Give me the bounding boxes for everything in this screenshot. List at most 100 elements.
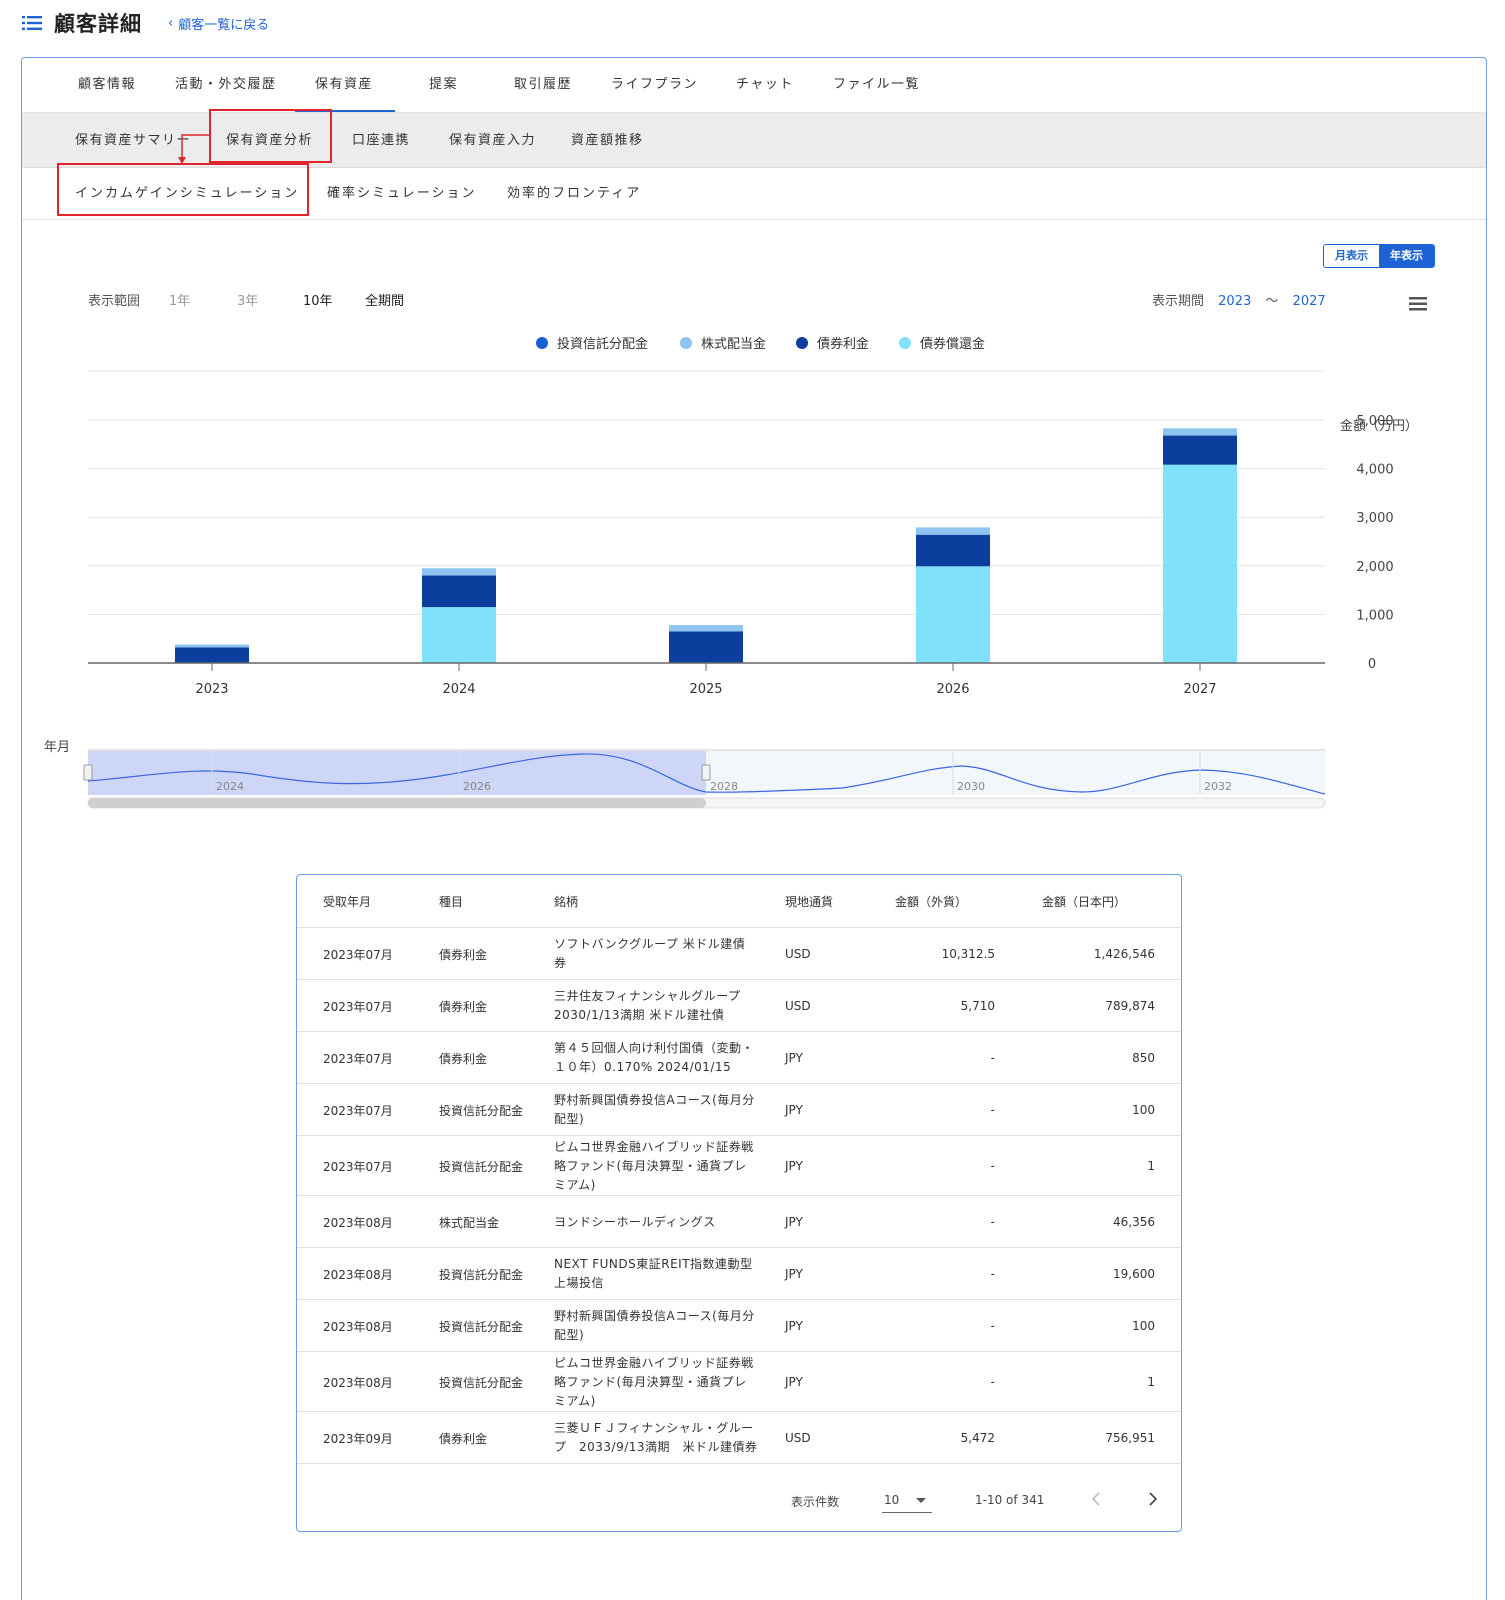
- chart-grid: [88, 370, 1325, 615]
- range-1y[interactable]: 1年: [169, 290, 190, 309]
- cell-type: 投資信託分配金: [439, 1267, 524, 1282]
- rows-per-page-label: 表示件数: [791, 1495, 840, 1509]
- tab-customer-info[interactable]: 顧客情報: [78, 58, 136, 112]
- legend-label: 株式配当金: [701, 336, 766, 352]
- tab-account-link[interactable]: 口座連携: [352, 113, 410, 168]
- next-page-icon[interactable]: [1142, 1489, 1162, 1509]
- period-from[interactable]: 2023: [1218, 294, 1251, 309]
- tab-probability-simulation[interactable]: 確率シミュレーション: [327, 168, 476, 220]
- tab-holdings-analysis[interactable]: 保有資産分析: [226, 113, 313, 168]
- rows-per-page-value: 10: [884, 1493, 900, 1507]
- bar-segment[interactable]: [916, 534, 990, 567]
- tab-file-list[interactable]: ファイル一覧: [833, 58, 920, 112]
- tab-chat[interactable]: チャット: [736, 58, 794, 112]
- cell-type: 投資信託分配金: [439, 1375, 524, 1390]
- tab-activity-history[interactable]: 活動・外交履歴: [175, 58, 277, 112]
- cell-date: 2023年07月: [323, 1051, 393, 1066]
- table-row[interactable]: 2023年08月 投資信託分配金 JPY 野村新興国債券投信Aコース(毎月分 配型) - 1…: [297, 1300, 1181, 1352]
- table-row[interactable]: 2023年07月 投資信託分配金 JPY ピムコ世界金融ハイブリッド証券戦 略ファンド(…: [297, 1136, 1181, 1196]
- yearly-view-button[interactable]: 年表示: [1379, 245, 1434, 267]
- navigator-handle-left[interactable]: [83, 764, 93, 781]
- table-row[interactable]: 2023年08月 株式配当金 JPY ヨンドシーホールディングス - 46,356: [297, 1196, 1181, 1248]
- tab-proposal[interactable]: 提案: [429, 58, 458, 112]
- cell-currency: JPY: [785, 1267, 803, 1281]
- navigator-handle-right[interactable]: [701, 764, 711, 781]
- cell-security-name: ピムコ世界金融ハイブリッド証券戦 略ファンド(毎月決算型・通貨プレ ミアム): [554, 1352, 779, 1412]
- chart-menu-icon[interactable]: [1407, 294, 1431, 314]
- cell-fx-amount: 5,710: [960, 999, 995, 1013]
- col-header-name: 銘柄: [554, 895, 579, 909]
- cell-date: 2023年07月: [323, 947, 393, 962]
- tab-trade-history[interactable]: 取引履歴: [514, 58, 572, 112]
- tab-asset-trend[interactable]: 資産額推移: [571, 113, 644, 168]
- range-10y[interactable]: 10年: [303, 290, 333, 309]
- monthly-view-button[interactable]: 月表示: [1324, 245, 1379, 267]
- table-row[interactable]: 2023年07月 債券利金 USD ソフトバンクグループ 米ドル建債券 10,312.5…: [297, 928, 1181, 980]
- bar-segment[interactable]: [1163, 464, 1237, 663]
- table-row[interactable]: 2023年07月 債券利金 JPY 第４５回個人向け利付国債（変動・ １０年）0.170…: [297, 1032, 1181, 1084]
- bar-segment[interactable]: [175, 647, 249, 663]
- cell-type: 債券利金: [439, 999, 488, 1014]
- cell-currency: USD: [785, 1431, 811, 1445]
- table-row[interactable]: 2023年08月 投資信託分配金 JPY ピムコ世界金融ハイブリッド証券戦 略ファンド(…: [297, 1352, 1181, 1412]
- cell-jpy-amount: 850: [1132, 1051, 1155, 1065]
- navigator-label: 2028: [710, 780, 738, 793]
- annotation-arrow: [178, 134, 210, 164]
- tab-life-plan[interactable]: ライフプラン: [611, 58, 698, 112]
- cell-type: 債券利金: [439, 947, 488, 962]
- bar-segment[interactable]: [422, 568, 496, 576]
- y-tick-label: 0: [1368, 657, 1376, 672]
- list-icon[interactable]: [22, 16, 42, 30]
- security-name-line: ミアム): [554, 1393, 596, 1408]
- cell-type: 投資信託分配金: [439, 1159, 524, 1174]
- cell-security-name: NEXT FUNDS東証REIT指数連動型 上場投信: [554, 1248, 779, 1300]
- cell-currency: JPY: [785, 1375, 803, 1389]
- table-row[interactable]: 2023年09月 債券利金 USD 三菱ＵＦＪフィナンシャル・グループ 2033/9/…: [297, 1412, 1181, 1464]
- legend-marker: [796, 337, 808, 349]
- rows-per-page-select[interactable]: 10: [882, 1487, 932, 1513]
- col-header-currency: 現地通貨: [785, 895, 834, 909]
- table-row[interactable]: 2023年08月 投資信託分配金 JPY NEXT FUNDS東証REIT指数連動型上…: [297, 1248, 1181, 1300]
- navigator-label: 2026: [463, 780, 491, 793]
- security-name-line: 野村新興国債券投信Aコース(毎月分: [554, 1093, 755, 1107]
- bar-segment[interactable]: [916, 527, 990, 535]
- cell-security-name: 野村新興国債券投信Aコース(毎月分 配型): [554, 1084, 779, 1136]
- cell-security-name: ソフトバンクグループ 米ドル建債券: [554, 928, 779, 980]
- legend-label: 投資信託分配金: [557, 336, 648, 352]
- tab-holdings[interactable]: 保有資産: [295, 58, 395, 112]
- range-3y[interactable]: 3年: [237, 290, 258, 309]
- cell-jpy-amount: 19,600: [1113, 1267, 1155, 1281]
- x-axis-ticks: 2023 2024 2025 2026 2027: [88, 662, 1325, 697]
- tab-income-gain-simulation[interactable]: インカムゲインシミュレーション: [75, 168, 299, 220]
- table-row[interactable]: 2023年07月 債券利金 USD 三井住友フィナンシャルグループ 2030/1/13満…: [297, 980, 1181, 1032]
- navigator-scrollbar-thumb[interactable]: [88, 798, 706, 808]
- back-to-list-link[interactable]: ‹ 顧客一覧に戻る: [168, 14, 269, 33]
- cell-currency: USD: [785, 947, 811, 961]
- bar-segment[interactable]: [669, 625, 743, 632]
- chart-legend: 投資信託分配金 株式配当金 債券利金 債券償還金: [536, 336, 985, 352]
- cell-currency: JPY: [785, 1319, 803, 1333]
- sub-tabs: 保有資産サマリー 保有資産分析 口座連携 保有資産入力 資産額推移: [22, 113, 1486, 168]
- range-all[interactable]: 全期間: [365, 290, 404, 309]
- prev-page-icon[interactable]: [1087, 1489, 1107, 1509]
- tab-holdings-input[interactable]: 保有資産入力: [449, 113, 536, 168]
- table-row[interactable]: 2023年07月 投資信託分配金 JPY 野村新興国債券投信Aコース(毎月分 配型) - 1…: [297, 1084, 1181, 1136]
- range-label: 表示範囲: [88, 294, 141, 309]
- cell-jpy-amount: 756,951: [1105, 1431, 1155, 1445]
- bar-segment[interactable]: [1163, 435, 1237, 465]
- y-axis-label: 金額（万円）: [1340, 418, 1418, 434]
- bar-segment[interactable]: [669, 631, 743, 663]
- bar-segment[interactable]: [1163, 428, 1237, 436]
- view-toggle: 月表示 年表示: [1323, 244, 1435, 268]
- y-axis-ticks: 01,0002,0003,0004,0005,000: [1356, 414, 1393, 672]
- period-to[interactable]: 2027: [1293, 294, 1326, 309]
- tab-efficient-frontier[interactable]: 効率的フロンティア: [507, 168, 641, 220]
- bar-segment[interactable]: [175, 644, 249, 648]
- bar-segment[interactable]: [422, 575, 496, 608]
- cell-fx-amount: -: [990, 1375, 995, 1389]
- income-gain-chart: 投資信託分配金 株式配当金 債券利金 債券償還金 0 1,000 2,000 3,000 4,…: [44, 336, 1418, 809]
- bar-segment[interactable]: [422, 607, 496, 663]
- security-name-line: ミアム): [554, 1177, 596, 1192]
- x-tick-label: 2027: [1183, 682, 1216, 697]
- bar-segment[interactable]: [916, 566, 990, 663]
